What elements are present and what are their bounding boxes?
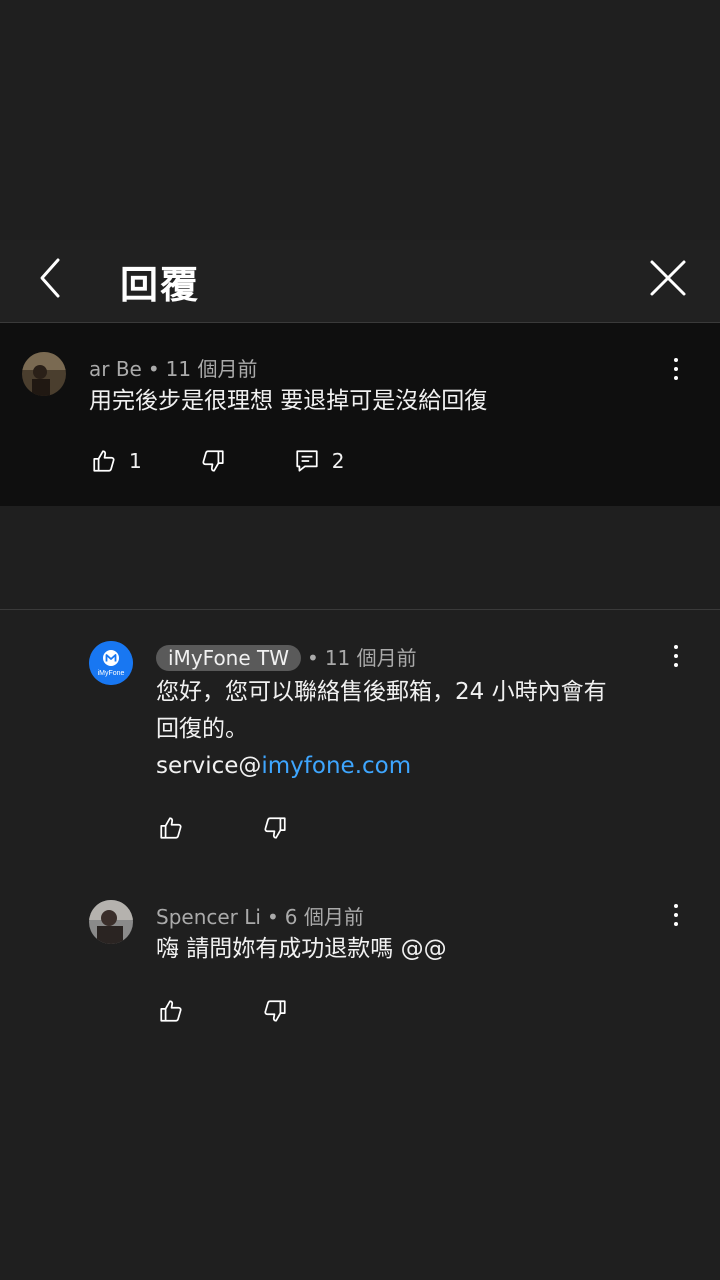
like-count: 1 [129,449,142,473]
separator-dot: • [307,646,319,670]
dislike-button[interactable] [262,998,288,1024]
thumbs-up-icon [93,450,115,472]
replies-header: 回覆 [0,240,720,323]
comment-time: 11 個月前 [165,357,258,381]
email-prefix: service@ [156,753,262,779]
dislike-button[interactable] [262,815,288,841]
comment-text-line: 您好，您可以聯絡售後郵箱，24 小時內會有 [156,679,607,705]
comment-author[interactable]: Spencer Li [156,905,261,929]
close-icon [650,260,686,296]
separator-dot: • [266,905,279,929]
svg-text:iMyFone: iMyFone [98,670,125,677]
more-options-button[interactable] [666,355,686,383]
like-button[interactable] [158,998,184,1024]
dimmed-backdrop[interactable] [0,0,720,240]
comment-author[interactable]: ar Be [89,357,142,381]
thumbs-down-icon [264,1000,286,1022]
parent-comment: ar Be • 11 個月前 用完後步是很理想 要退掉可是沒給回復 1 2 [0,323,720,506]
email-link[interactable]: imyfone.com [261,753,411,779]
more-options-button[interactable] [666,642,686,670]
channel-owner-chip[interactable]: iMyFone TW [156,645,302,671]
comment-text: 嗨 請問妳有成功退款嗎 @@ [156,936,447,962]
section-divider [0,609,720,610]
avatar[interactable] [89,900,133,944]
reply-button[interactable]: 2 [294,448,345,474]
thumbs-down-icon [202,450,224,472]
reply-count: 2 [331,449,345,473]
comment-text-line: 回復的。 [156,716,248,742]
thumbs-up-icon [160,1000,182,1022]
page-title: 回覆 [120,263,201,307]
close-button[interactable] [646,256,690,300]
avatar[interactable] [22,352,66,396]
avatar-image [22,352,66,396]
chevron-left-icon [40,258,60,298]
more-options-button[interactable] [666,901,686,929]
email-line: service@imyfone.com [156,748,676,785]
separator-dot: • [147,357,160,381]
back-button[interactable] [30,256,74,300]
thumbs-down-icon [264,817,286,839]
dislike-button[interactable] [200,448,226,474]
thumbs-up-icon [160,817,182,839]
like-button[interactable]: 1 [91,448,142,474]
avatar-image [89,900,133,944]
comment-icon [296,450,318,472]
comment-text: 用完後步是很理想 要退掉可是沒給回復 [89,388,488,414]
like-button[interactable] [158,815,184,841]
comment-text: 您好，您可以聯絡售後郵箱，24 小時內會有 回復的。 service@imyfo… [156,674,676,785]
avatar[interactable]: iMyFone [89,641,133,685]
comment-time: 11 個月前 [324,646,417,670]
imyfone-logo-icon: iMyFone [89,641,133,685]
comment-time: 6 個月前 [284,905,364,929]
